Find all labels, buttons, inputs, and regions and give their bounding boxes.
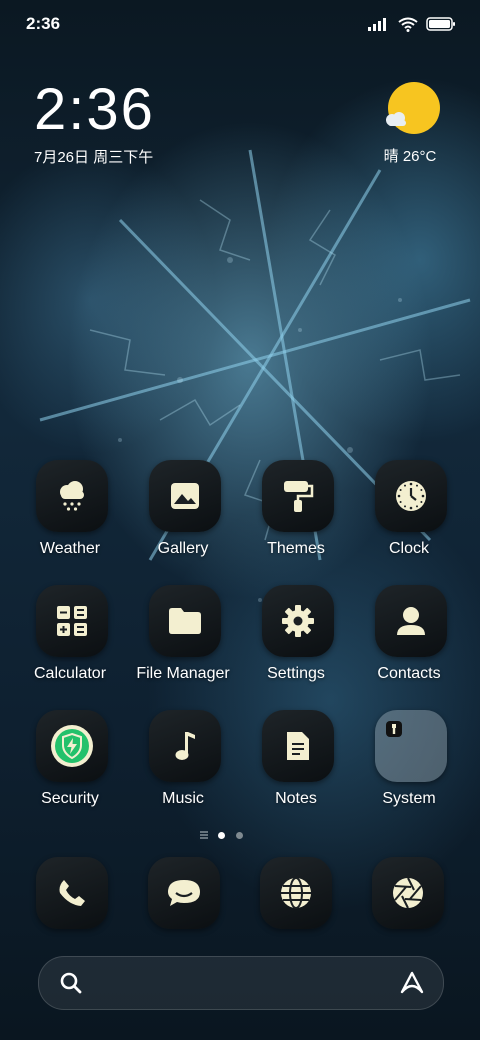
globe-icon (281, 877, 311, 909)
dock-camera[interactable] (372, 857, 444, 929)
phone-icon (59, 880, 85, 906)
app-label: System (382, 790, 436, 807)
assistant-icon[interactable] (399, 970, 425, 996)
cloud-icon (386, 112, 406, 126)
clock-widget-time: 2:36 (34, 77, 155, 142)
paint-roller-icon (284, 481, 314, 512)
cloud-snow-icon (60, 481, 84, 511)
music-note-icon (175, 732, 195, 760)
app-icon-notes (262, 710, 334, 782)
calculator-icon (57, 606, 87, 636)
app-calculator[interactable]: Calculator (14, 585, 126, 695)
wifi-icon (398, 17, 418, 32)
app-icon-contacts (375, 585, 447, 657)
app-icon-gallery (149, 460, 221, 532)
search-icon (60, 972, 82, 994)
status-icons (368, 14, 456, 34)
dock-browser[interactable] (260, 857, 332, 929)
app-themes[interactable]: Themes (240, 460, 352, 570)
app-music[interactable]: Music (127, 710, 239, 820)
image-icon (171, 483, 199, 509)
signal-icon (368, 18, 386, 31)
app-contacts[interactable]: Contacts (353, 585, 465, 695)
app-file-manager[interactable]: File Manager (127, 585, 239, 695)
app-icon-system-folder (375, 710, 447, 782)
clock-icon (396, 481, 426, 511)
weather-text: 晴 26°C (364, 145, 456, 166)
app-icon-file-manager (149, 585, 221, 657)
clock-widget-date: 7月26日 周三下午 (34, 149, 154, 166)
gear-icon (282, 605, 314, 637)
flashlight-icon (386, 721, 402, 737)
app-settings[interactable]: Settings (240, 585, 352, 695)
camera-aperture-icon (393, 877, 423, 909)
app-gallery[interactable]: Gallery (127, 460, 239, 570)
app-clock[interactable]: Clock (353, 460, 465, 570)
weather-temperature: 26°C (402, 148, 437, 165)
shield-bolt-icon (51, 725, 93, 767)
search-bar[interactable] (38, 956, 444, 1010)
app-notes[interactable]: Notes (240, 710, 352, 820)
app-icon-weather (36, 460, 108, 532)
page-dot-inactive (236, 832, 243, 839)
message-icon (168, 880, 200, 906)
app-folder-system[interactable]: System (353, 710, 465, 820)
menu-lines-icon (200, 831, 208, 839)
folder-icon (169, 608, 201, 634)
app-weather[interactable]: Weather (14, 460, 126, 570)
app-icon-security (36, 710, 108, 782)
weather-condition: 晴 (383, 148, 399, 165)
status-bar: 2:36 (0, 0, 480, 48)
note-icon (287, 732, 309, 760)
person-icon (397, 607, 425, 635)
app-label: Contacts (377, 665, 441, 682)
dock-phone[interactable] (36, 857, 108, 929)
page-indicator[interactable] (200, 829, 250, 841)
app-icon-settings (262, 585, 334, 657)
page-dot-active (218, 832, 225, 839)
battery-icon (426, 17, 455, 31)
clock-widget[interactable]: 2:36 7月26日 周三下午 (34, 80, 155, 167)
sun-icon (388, 82, 440, 134)
app-security[interactable]: Security (14, 710, 126, 820)
app-icon-music (149, 710, 221, 782)
dock-messages[interactable] (148, 857, 220, 929)
status-time: 2:36 (26, 14, 61, 33)
app-icon-themes (262, 460, 334, 532)
app-label: Clock (388, 540, 429, 557)
app-icon-calculator (36, 585, 108, 657)
app-icon-clock (375, 460, 447, 532)
